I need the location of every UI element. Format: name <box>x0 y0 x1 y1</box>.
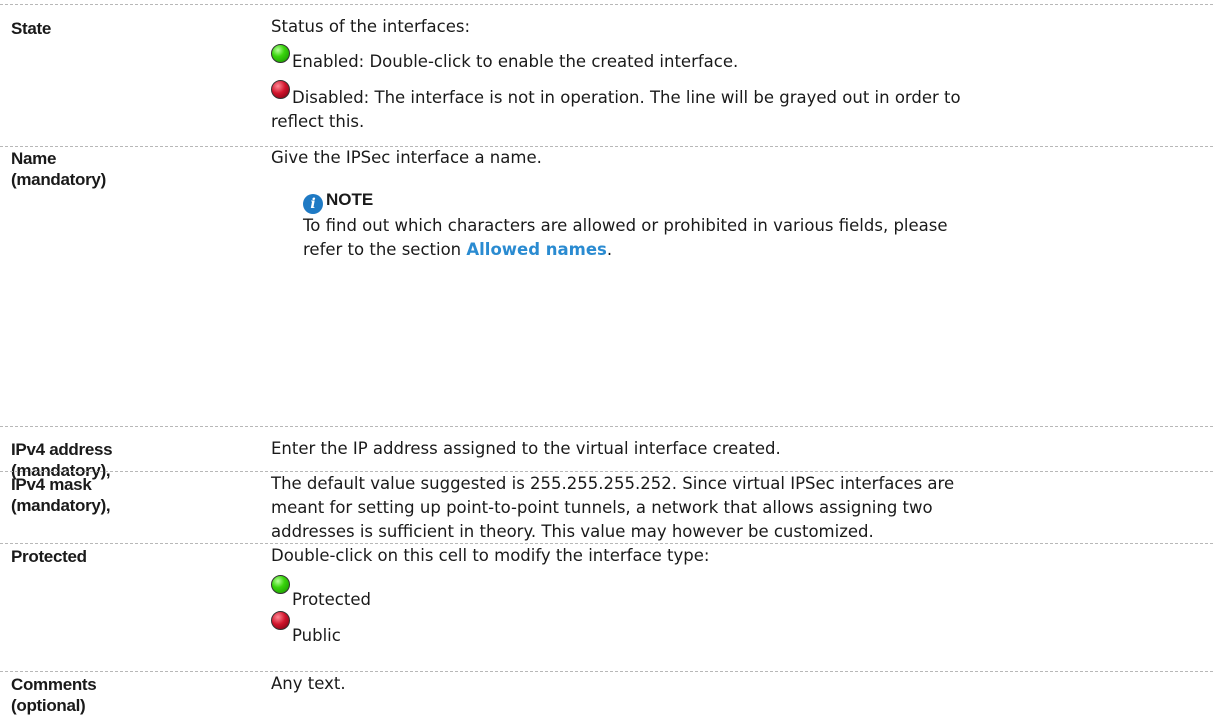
note-title: NOTE <box>326 190 374 209</box>
note-box: i NOTE To find out which characters are a… <box>271 188 1201 262</box>
red-status-icon <box>271 611 290 630</box>
row-state: State Status of the interfaces: Enabled:… <box>0 4 1213 147</box>
desc-protected: Double-click on this cell to modify the … <box>271 544 1201 645</box>
label-state: State <box>11 19 52 38</box>
desc-state: Status of the interfaces: Enabled: Doubl… <box>271 15 1201 134</box>
state-intro: Status of the interfaces: <box>271 17 471 36</box>
info-icon: i <box>303 194 323 214</box>
desc-ipv4-address: Enter the IP address assigned to the vir… <box>271 439 781 458</box>
state-enabled: Enabled: Double-click to enable the crea… <box>271 44 1201 74</box>
label-name: Name (mandatory) <box>11 149 106 189</box>
option-protected: Protected <box>271 575 1201 609</box>
row-comments: Comments (optional) Any text. <box>0 671 1213 722</box>
note-body: To find out which characters are allowed… <box>303 216 948 259</box>
state-disabled: Disabled: The interface is not in operat… <box>271 80 1201 110</box>
green-status-icon <box>271 44 290 63</box>
allowed-names-link[interactable]: Allowed names <box>466 240 607 259</box>
desc-comments: Any text. <box>271 674 346 693</box>
red-status-icon <box>271 80 290 99</box>
row-protected: Protected Double-click on this cell to m… <box>0 543 1213 684</box>
option-public: Public <box>271 611 1201 645</box>
label-comments: Comments (optional) <box>11 675 97 715</box>
green-status-icon <box>271 575 290 594</box>
row-name: Name (mandatory) Give the IPSec interfac… <box>0 146 1213 387</box>
desc-ipv4-mask: The default value suggested is 255.255.2… <box>271 474 955 541</box>
label-ipv4-mask: IPv4 mask (mandatory), <box>11 475 111 515</box>
desc-name: Give the IPSec interface a name. i NOTE T… <box>271 146 1201 262</box>
label-protected: Protected <box>11 547 87 566</box>
